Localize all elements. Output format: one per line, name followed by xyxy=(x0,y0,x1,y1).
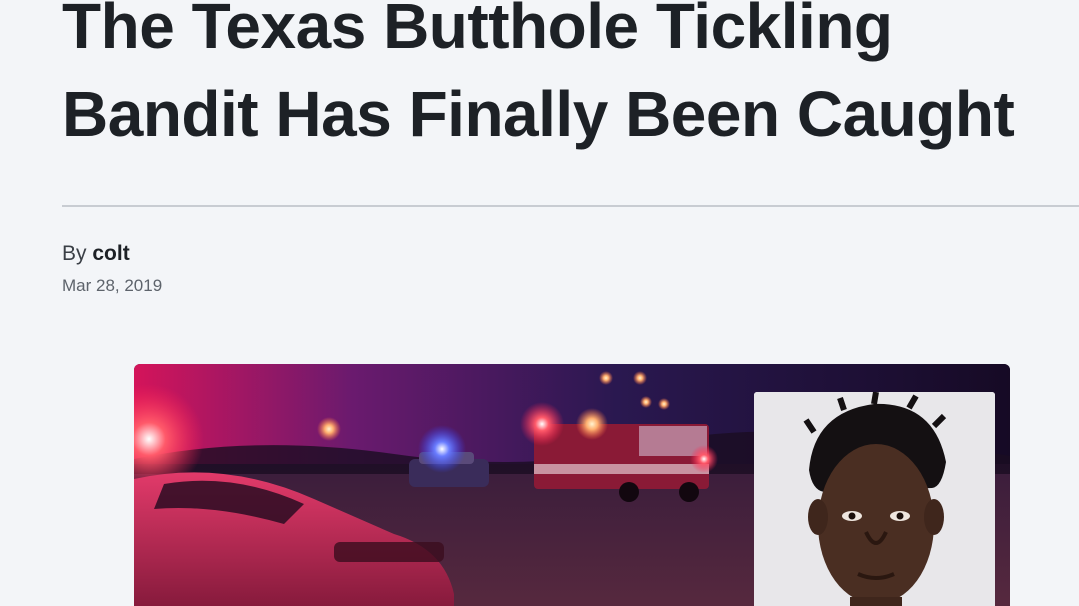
article-title: The Texas Butthole Tickling Bandit Has F… xyxy=(62,0,1015,150)
byline-prefix: By xyxy=(62,242,87,265)
mugshot-image xyxy=(754,392,995,606)
article-page: The Texas Butthole Tickling Bandit Has F… xyxy=(0,0,1079,606)
title-divider xyxy=(62,205,1079,207)
byline: By colt xyxy=(62,242,130,266)
publish-date: Mar 28, 2019 xyxy=(62,276,163,295)
author-link[interactable]: colt xyxy=(92,242,129,265)
